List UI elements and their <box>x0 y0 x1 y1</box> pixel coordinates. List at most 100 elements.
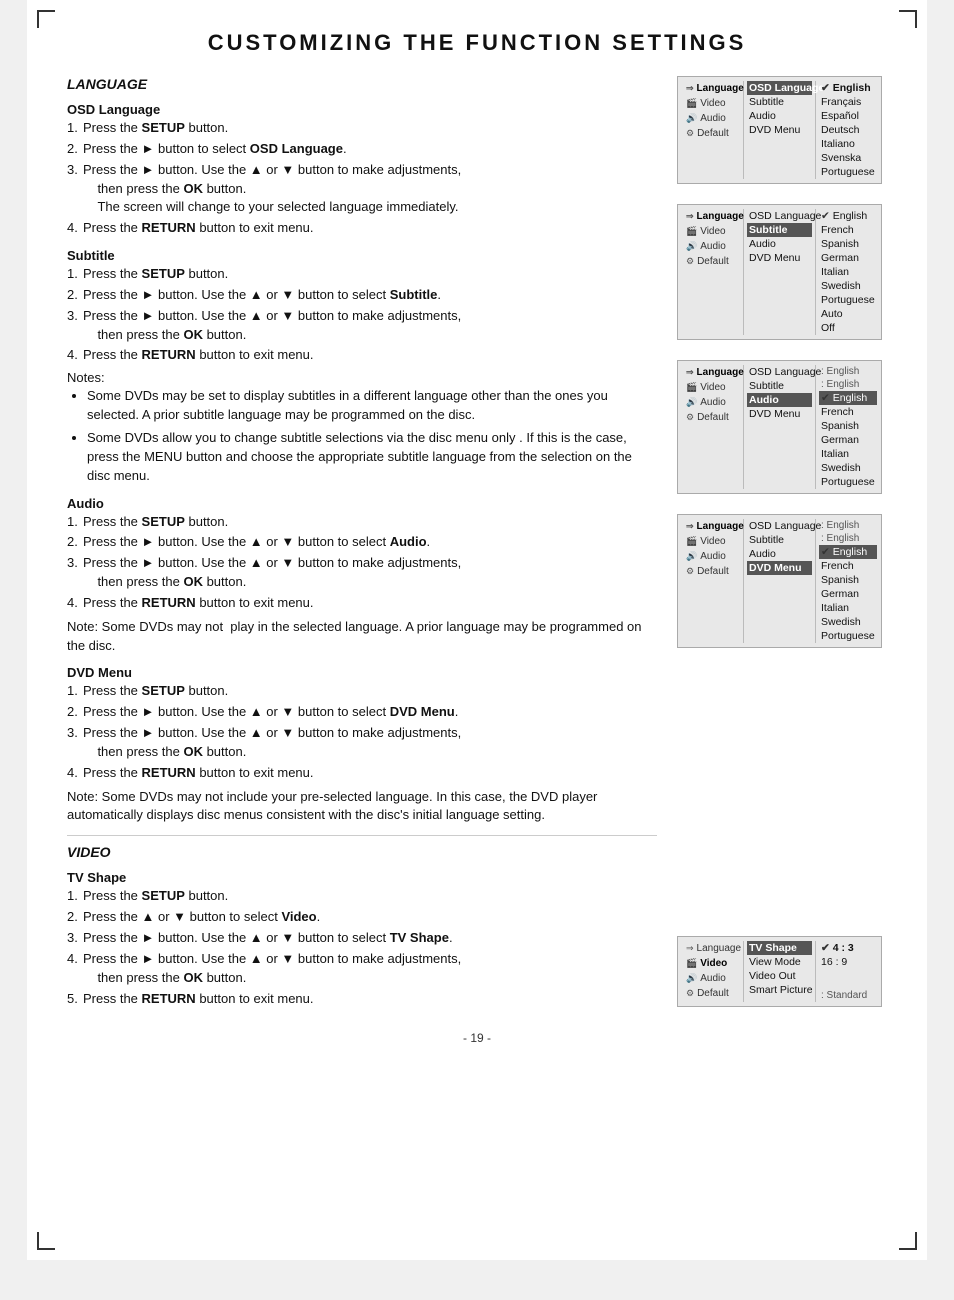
video-menu-box: ⇒Language 🎬Video 🔊Audio ⚙Default TV Shap… <box>677 936 882 1007</box>
sub-center-osd: OSD Language <box>747 209 812 223</box>
subtitle-title: Subtitle <box>67 248 657 263</box>
vid-right-169: 16 : 9 <box>819 955 874 969</box>
sub-sidebar-video: 🎬Video <box>682 224 740 239</box>
sub-center-audio: Audio <box>747 237 812 251</box>
aud-check-icon: ✔ <box>821 392 830 404</box>
sub-sidebar-audio: 🔊Audio <box>682 239 740 254</box>
dvd-video-icon: 🎬 <box>686 536 697 547</box>
video-menu-center: TV Shape View Mode Video Out Smart Pictu… <box>744 941 816 1002</box>
vid-center-videoout: Video Out <box>747 969 812 983</box>
tvshape-steps: Press the SETUP button. Press the ▲ or ▼… <box>67 887 657 1008</box>
osd-menu-right: ✔ English Français Español Deutsch Itali… <box>816 81 880 179</box>
audio-menu-center: OSD Language Subtitle Audio DVD Menu <box>744 365 816 489</box>
vid-center-smartpic: Smart Picture <box>747 983 812 997</box>
osd-menu-box: ⇒Language 🎬Video 🔊Audio ⚙Default OSD Lan… <box>677 76 882 184</box>
video-menu-inner: ⇒Language 🎬Video 🔊Audio ⚙Default TV Shap… <box>682 941 877 1002</box>
tvshape-step-2: Press the ▲ or ▼ button to select Video. <box>67 908 657 927</box>
tvshape-title: TV Shape <box>67 870 657 885</box>
osd-menu-sidebar: ⇒Language 🎬Video 🔊Audio ⚙Default <box>682 81 744 179</box>
dvd-audio-icon: 🔊 <box>686 551 697 562</box>
page-number: - 19 - <box>67 1031 887 1045</box>
osd-right-deutsch: Deutsch <box>819 123 877 137</box>
aud-video-icon: 🎬 <box>686 382 697 393</box>
dvd-language-icon: ⇒ <box>686 521 694 532</box>
subtitle-menu-center: OSD Language Subtitle Audio DVD Menu <box>744 209 816 335</box>
sub-center-subtitle: Subtitle <box>747 223 812 237</box>
dvdmenu-step-3: Press the ► button. Use the ▲ or ▼ butto… <box>67 724 657 762</box>
right-column: ⇒Language 🎬Video 🔊Audio ⚙Default OSD Lan… <box>677 76 887 1013</box>
dvdmenu-menu-box: ⇒Language 🎬Video 🔊Audio ⚙Default OSD Lan… <box>677 514 882 648</box>
sub-right-german: German <box>819 251 877 265</box>
audio-menu-box: ⇒Language 🎬Video 🔊Audio ⚙Default OSD Lan… <box>677 360 882 494</box>
corner-br <box>899 1232 917 1250</box>
aud-right-spanish: Spanish <box>819 419 877 433</box>
aud-center-subtitle: Subtitle <box>747 379 812 393</box>
subtitle-step-2: Press the ► button. Use the ▲ or ▼ butto… <box>67 286 657 305</box>
sub-right-italian: Italian <box>819 265 877 279</box>
tvshape-step-1: Press the SETUP button. <box>67 887 657 906</box>
subtitle-step-1: Press the SETUP button. <box>67 265 657 284</box>
language-section: LANGUAGE OSD Language Press the SETUP bu… <box>67 76 657 825</box>
dvdmenu-menu-right: : English : English ✔ English French Spa… <box>816 519 880 643</box>
aud-center-audio: Audio <box>747 393 812 407</box>
aud-right-sub-english: : English <box>819 378 877 391</box>
dvdmenu-steps: Press the SETUP button. Press the ► butt… <box>67 682 657 782</box>
sub-right-english: ✔ English <box>819 209 877 223</box>
dvd-menu-sidebar: ⇒Language 🎬Video 🔊Audio ⚙Default <box>682 519 744 643</box>
video-section: VIDEO TV Shape Press the SETUP button. P… <box>67 844 657 1008</box>
vid-right-standard: : Standard <box>819 989 874 1002</box>
dvdmenu-menu-center: OSD Language Subtitle Audio DVD Menu <box>744 519 816 643</box>
aud-sidebar-video: 🎬Video <box>682 380 740 395</box>
aud-right-english: ✔ English <box>819 391 877 405</box>
vid-default-icon: ⚙ <box>686 988 694 999</box>
osd-right-english: ✔ English <box>819 81 877 95</box>
subtitle-step-3: Press the ► button. Use the ▲ or ▼ butto… <box>67 307 657 345</box>
tvshape-step-4: Press the ► button. Use the ▲ or ▼ butto… <box>67 950 657 988</box>
dvd-right-swedish: Swedish <box>819 615 877 629</box>
dvd-right-german: German <box>819 587 877 601</box>
section-divider <box>67 835 657 836</box>
sidebar-language: ⇒Language <box>682 81 740 96</box>
corner-tl <box>37 10 55 28</box>
left-column: LANGUAGE OSD Language Press the SETUP bu… <box>67 76 657 1013</box>
osd-right-francais: Français <box>819 95 877 109</box>
page-title: CUSTOMIZING THE FUNCTION SETTINGS <box>67 30 887 56</box>
sub-right-auto: Auto <box>819 307 877 321</box>
vid-center-tvshape: TV Shape <box>747 941 812 955</box>
subtitle-steps: Press the SETUP button. Press the ► butt… <box>67 265 657 365</box>
language-icon: ⇒ <box>686 83 694 94</box>
dvd-center-audio: Audio <box>747 547 812 561</box>
dvd-sidebar-default: ⚙Default <box>682 564 740 579</box>
dvdmenu-title: DVD Menu <box>67 665 657 680</box>
notes-label: Notes: <box>67 370 657 385</box>
corner-bl <box>37 1232 55 1250</box>
osd-right-svenska: Svenska <box>819 151 877 165</box>
sidebar-audio: 🔊Audio <box>682 111 740 126</box>
dvd-right-osd-english: : English <box>819 519 877 532</box>
dvd-right-italian: Italian <box>819 601 877 615</box>
dvdmenu-step-1: Press the SETUP button. <box>67 682 657 701</box>
subtitle-note-2: Some DVDs allow you to change subtitle s… <box>87 429 657 486</box>
dvdmenu-note: Note: Some DVDs may not include your pre… <box>67 788 657 826</box>
sub-right-portuguese: Portuguese <box>819 293 877 307</box>
sub-sidebar-default: ⚙Default <box>682 254 740 269</box>
dvd-right-english: ✔ English <box>819 545 877 559</box>
aud-sidebar-language: ⇒Language <box>682 365 740 380</box>
audio-steps: Press the SETUP button. Press the ► butt… <box>67 513 657 613</box>
osd-menu-inner: ⇒Language 🎬Video 🔊Audio ⚙Default OSD Lan… <box>682 81 877 179</box>
audio-step-1: Press the SETUP button. <box>67 513 657 532</box>
dvd-center-dvd: DVD Menu <box>747 561 812 575</box>
osd-center-subtitle: Subtitle <box>747 95 812 109</box>
vid-language-icon: ⇒ <box>686 943 694 954</box>
page: CUSTOMIZING THE FUNCTION SETTINGS LANGUA… <box>27 0 927 1260</box>
audio-menu-inner: ⇒Language 🎬Video 🔊Audio ⚙Default OSD Lan… <box>682 365 877 489</box>
sub-audio-icon: 🔊 <box>686 241 697 252</box>
content-area: LANGUAGE OSD Language Press the SETUP bu… <box>67 76 887 1013</box>
osd-language-title: OSD Language <box>67 102 657 117</box>
osd-step-1: Press the SETUP button. <box>67 119 657 138</box>
video-menu-sidebar: ⇒Language 🎬Video 🔊Audio ⚙Default <box>682 941 744 1002</box>
corner-tr <box>899 10 917 28</box>
video-title: VIDEO <box>67 844 657 860</box>
subtitle-notes: Some DVDs may be set to display subtitle… <box>67 387 657 485</box>
sub-video-icon: 🎬 <box>686 226 697 237</box>
